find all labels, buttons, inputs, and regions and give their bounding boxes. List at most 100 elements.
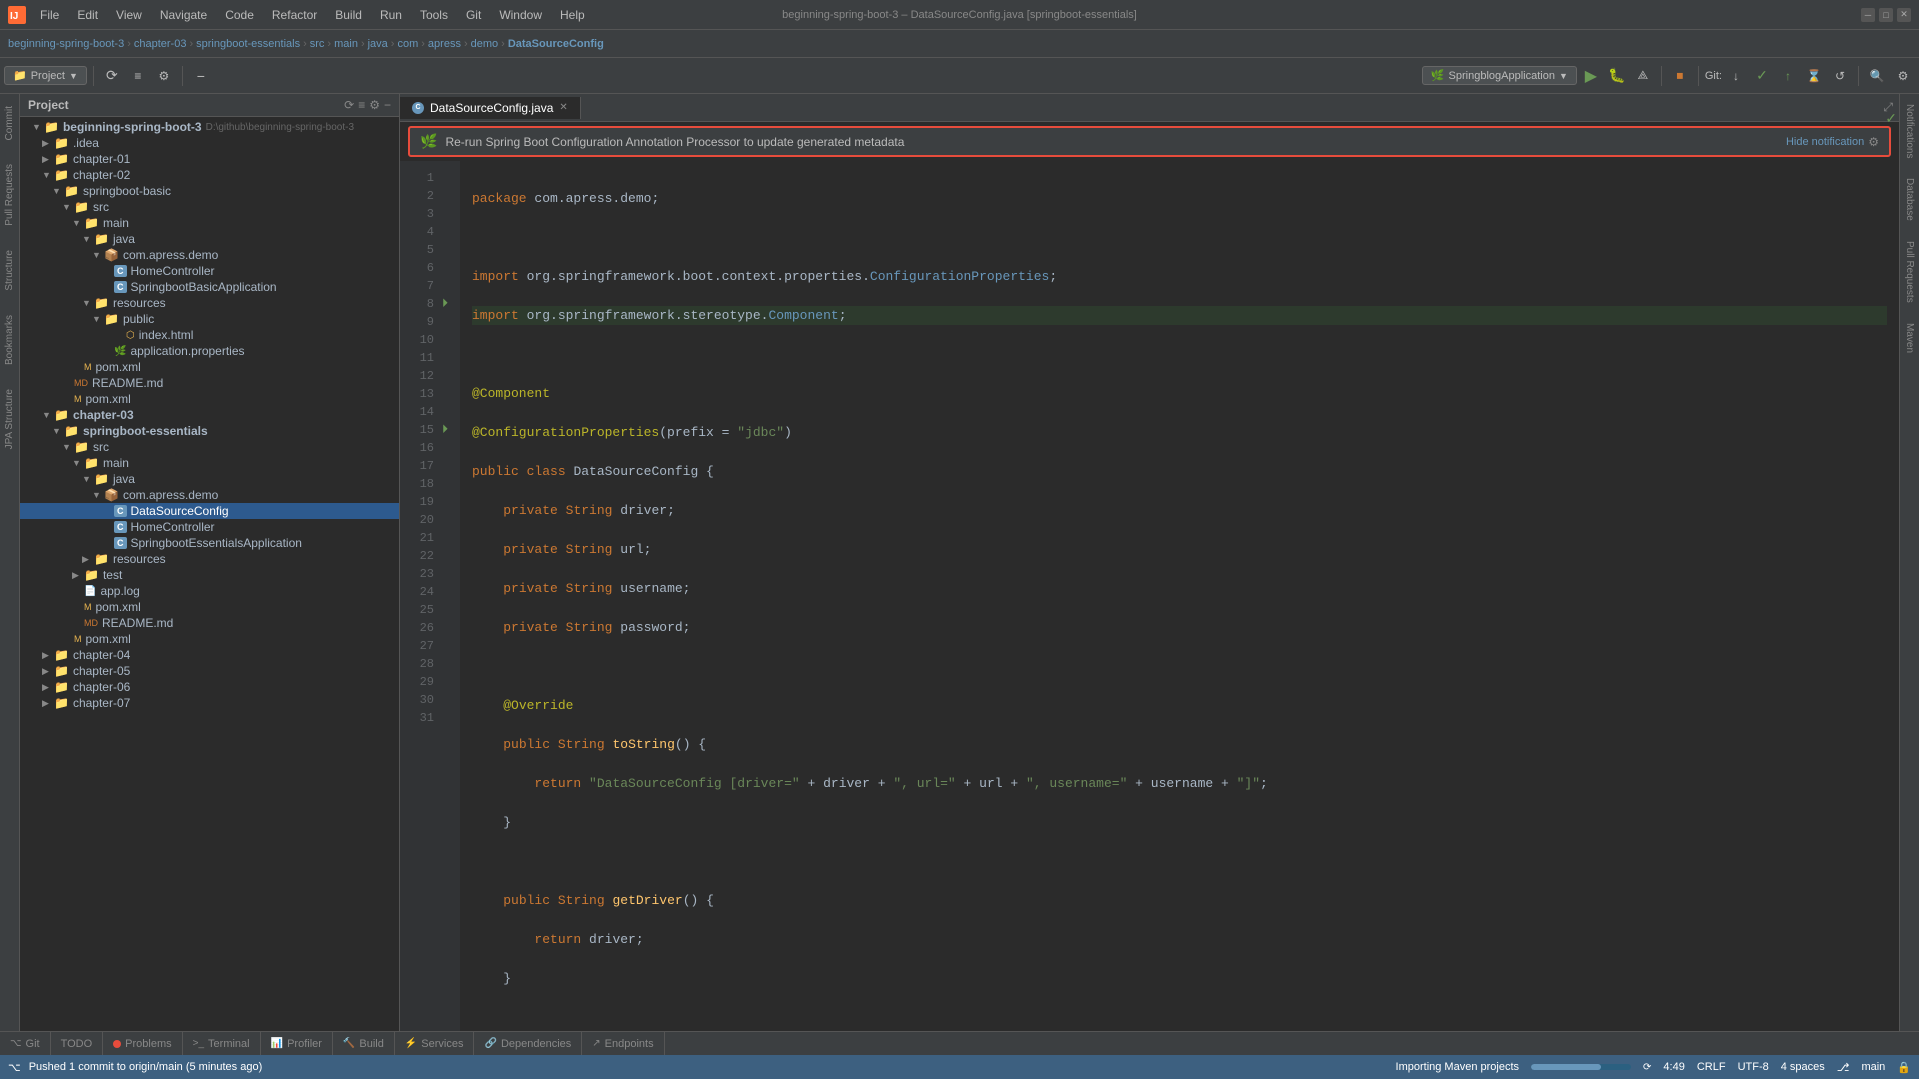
menu-code[interactable]: Code [217,6,262,24]
close-button[interactable]: ✕ [1897,8,1911,22]
settings-icon[interactable]: ⚙ [152,64,176,88]
tab-problems[interactable]: Problems [103,1032,182,1055]
tab-git[interactable]: ⌥ Git [0,1032,51,1055]
structure-panel-label[interactable]: Structure [2,238,17,303]
status-branch[interactable]: main [1861,1061,1885,1073]
menu-run[interactable]: Run [372,6,410,24]
breadcrumb-item-1[interactable]: chapter-03 [134,38,187,50]
menu-build[interactable]: Build [327,6,370,24]
list-item[interactable]: ▶ 📁 chapter-07 [20,695,399,711]
list-item[interactable]: ▼ 📁 springboot-essentials [20,423,399,439]
code-editor[interactable]: 1 2 3 4 5 6 7 8 9 10 11 12 13 14 15 16 1 [400,161,1899,1031]
menu-window[interactable]: Window [491,6,550,24]
tab-build[interactable]: 🔨 Build [333,1032,395,1055]
status-indent[interactable]: 4 spaces [1781,1061,1825,1073]
tree-item-datasourceconfig[interactable]: C DataSourceConfig [20,503,399,519]
menu-help[interactable]: Help [552,6,593,24]
list-item[interactable]: ▶ 📁 chapter-06 [20,679,399,695]
notifications-panel-label[interactable]: Notifications [1902,94,1917,168]
project-panel-collapse-icon[interactable]: ≡ [358,98,365,112]
list-item[interactable]: 🌿 application.properties [20,343,399,359]
tab-todo[interactable]: TODO [51,1032,104,1055]
search-everywhere-icon[interactable]: 🔍 [1865,64,1889,88]
list-item[interactable]: ▼ 📁 chapter-03 [20,407,399,423]
list-item[interactable]: MD README.md [20,615,399,631]
breadcrumb-item-4[interactable]: main [334,38,358,50]
project-panel-sync-icon[interactable]: ⟳ [344,98,354,112]
project-panel-gear-icon[interactable]: ⚙ [369,98,380,112]
debug-button[interactable]: 🐛 [1605,64,1629,88]
tab-close-icon[interactable]: ✕ [559,102,567,113]
run-config-selector[interactable]: 🌿 SpringblogApplication ▼ [1422,66,1577,85]
git-update-icon[interactable]: ↓ [1724,64,1748,88]
project-dropdown[interactable]: 📁 Project ▼ [4,66,87,85]
list-item[interactable]: ▼ 📁 src [20,199,399,215]
breadcrumb-item-6[interactable]: com [397,38,418,50]
list-item[interactable]: 📄 app.log [20,583,399,599]
list-item[interactable]: C SpringbootBasicApplication [20,279,399,295]
tab-terminal[interactable]: >_ Terminal [183,1032,261,1055]
list-item[interactable]: M pom.xml [20,359,399,375]
menu-navigate[interactable]: Navigate [152,6,215,24]
breadcrumb-item-2[interactable]: springboot-essentials [196,38,300,50]
list-item[interactable]: C HomeController [20,519,399,535]
list-item[interactable]: ⬡ index.html [20,327,399,343]
list-item[interactable]: ▼ 📁 java [20,231,399,247]
collapse-all-icon[interactable]: ≡ [126,64,150,88]
list-item[interactable]: ▶ 📁 resources [20,551,399,567]
tab-endpoints[interactable]: ↗ Endpoints [582,1032,664,1055]
minus-icon[interactable]: − [189,64,213,88]
settings-notif-icon[interactable]: ⚙ [1868,135,1879,149]
status-charset[interactable]: UTF-8 [1738,1061,1769,1073]
list-item[interactable]: ▼ 📁 src [20,439,399,455]
breadcrumb-item-8[interactable]: demo [471,38,499,50]
bookmarks-panel-label[interactable]: Bookmarks [2,303,17,377]
list-item[interactable]: ▼ 📁 chapter-02 [20,167,399,183]
menu-view[interactable]: View [108,6,150,24]
list-item[interactable]: ▶ 📁 test [20,567,399,583]
breadcrumb-item-0[interactable]: beginning-spring-boot-3 [8,38,124,50]
breadcrumb-item-5[interactable]: java [368,38,388,50]
list-item[interactable]: ▼ 📁 main [20,455,399,471]
list-item[interactable]: ▶ 📁 .idea [20,135,399,151]
list-item[interactable]: ▼ 📁 springboot-basic [20,183,399,199]
list-item[interactable]: ▼ 📦 com.apress.demo [20,487,399,503]
list-item[interactable]: ▼ 📁 public [20,311,399,327]
list-item[interactable]: ▶ 📁 chapter-01 [20,151,399,167]
list-item[interactable]: C HomeController [20,263,399,279]
jpa-structure-panel-label[interactable]: JPA Structure [2,377,17,461]
database-panel-label[interactable]: Database [1902,168,1917,231]
pull-requests-right-label[interactable]: Pull Requests [1902,231,1917,313]
status-line-ending[interactable]: CRLF [1697,1061,1726,1073]
minimize-button[interactable]: ─ [1861,8,1875,22]
breadcrumb-item-3[interactable]: src [310,38,325,50]
git-history-icon[interactable]: ⌛ [1802,64,1826,88]
code-content[interactable]: package com.apress.demo; import org.spri… [460,161,1899,1031]
stop-button[interactable]: ⏹ [1668,64,1692,88]
pull-requests-panel-label[interactable]: Pull Requests [2,152,17,238]
menu-refactor[interactable]: Refactor [264,6,325,24]
list-item[interactable]: ▼ 📁 java [20,471,399,487]
run-button[interactable]: ▶ [1579,64,1603,88]
commit-panel-label[interactable]: Commit [2,94,17,152]
breadcrumb-item-7[interactable]: apress [428,38,461,50]
hide-notification-button[interactable]: Hide notification ⚙ ✓ [1786,135,1879,149]
menu-tools[interactable]: Tools [412,6,456,24]
tab-datasourceconfig[interactable]: C DataSourceConfig.java ✕ [400,97,581,119]
maximize-button[interactable]: □ [1879,8,1893,22]
list-item[interactable]: M pom.xml [20,631,399,647]
menu-git[interactable]: Git [458,6,489,24]
list-item[interactable]: C SpringbootEssentialsApplication [20,535,399,551]
git-push-icon[interactable]: ↑ [1776,64,1800,88]
git-commit-icon[interactable]: ✓ [1750,64,1774,88]
tab-dependencies[interactable]: 🔗 Dependencies [474,1032,582,1055]
list-item[interactable]: M pom.xml [20,599,399,615]
list-item[interactable]: ▼ 📦 com.apress.demo [20,247,399,263]
project-panel-close-icon[interactable]: − [384,98,391,112]
tab-services[interactable]: ⚡ Services [395,1032,475,1055]
git-rollback-icon[interactable]: ↺ [1828,64,1852,88]
coverage-button[interactable]: ⟁ [1631,64,1655,88]
list-item[interactable]: ▼ 📁 resources [20,295,399,311]
list-item[interactable]: M pom.xml [20,391,399,407]
sync-icon[interactable]: ⟳ [100,64,124,88]
